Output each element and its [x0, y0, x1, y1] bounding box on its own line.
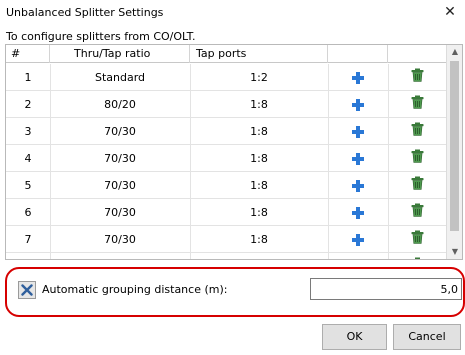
x-icon — [21, 284, 33, 296]
instructions-text: To configure splitters from CO/OLT. — [6, 30, 196, 43]
ratio-cell[interactable]: Standard — [50, 64, 190, 91]
plus-icon[interactable] — [352, 180, 364, 192]
row-number: 3 — [24, 125, 32, 138]
trash-icon[interactable] — [411, 200, 424, 227]
splitter-table: # Thru/Tap ratio Tap ports 1 Standard 1:2 2… — [5, 44, 463, 260]
title-bar: Unbalanced Splitter Settings ✕ — [0, 0, 465, 24]
column-divider — [388, 64, 389, 259]
table-row[interactable]: 3 70/30 1:8 — [6, 118, 447, 145]
add-cell — [328, 172, 388, 199]
column-header-tap-ports[interactable]: Tap ports — [190, 45, 328, 63]
ratio-cell[interactable]: 70/30 — [50, 145, 190, 172]
delete-cell — [388, 64, 447, 91]
table-row[interactable]: 6 70/30 1:8 — [6, 199, 447, 226]
plus-icon[interactable] — [352, 72, 364, 84]
column-divider — [50, 64, 51, 259]
column-divider — [328, 64, 329, 259]
trash-icon[interactable] — [411, 173, 424, 200]
tap-ports-cell[interactable]: 1:8 — [190, 172, 328, 199]
tap-ports-cell[interactable]: 1:8 — [190, 91, 328, 118]
row-number: 5 — [24, 179, 32, 192]
table-row[interactable]: 2 80/20 1:8 — [6, 91, 447, 118]
tap-ports-cell[interactable]: 1:2 — [190, 64, 328, 91]
ratio-cell[interactable]: 70/30 — [50, 199, 190, 226]
delete-cell — [388, 253, 447, 259]
plus-icon[interactable] — [352, 126, 364, 138]
trash-icon[interactable] — [411, 146, 424, 173]
trash-icon[interactable] — [411, 254, 424, 259]
plus-icon[interactable] — [352, 99, 364, 111]
trash-icon[interactable] — [411, 227, 424, 254]
row-number: 1 — [24, 71, 32, 84]
column-divider — [190, 64, 191, 259]
tap-ports-cell[interactable]: 1:8 — [190, 118, 328, 145]
row-number: 4 — [24, 152, 32, 165]
grouping-toggle-button[interactable] — [18, 281, 36, 299]
delete-cell — [388, 91, 447, 118]
vertical-scrollbar[interactable]: ▲ ▼ — [446, 45, 462, 259]
ratio-cell[interactable]: 70/30 — [50, 226, 190, 253]
table-row[interactable]: 870/301:8 — [6, 253, 447, 259]
scroll-thumb[interactable] — [450, 61, 459, 231]
column-header-ratio[interactable]: Thru/Tap ratio — [50, 45, 190, 63]
table-row[interactable]: 1 Standard 1:2 — [6, 64, 447, 91]
close-icon[interactable]: ✕ — [441, 3, 459, 21]
scroll-up-icon[interactable]: ▲ — [447, 45, 462, 59]
row-number: 6 — [24, 206, 32, 219]
column-header-number[interactable]: # — [6, 45, 50, 63]
ok-button[interactable]: OK — [322, 324, 387, 350]
ratio-cell[interactable]: 70/30 — [50, 253, 190, 259]
trash-icon[interactable] — [411, 65, 424, 92]
trash-icon[interactable] — [411, 119, 424, 146]
grouping-distance-label: Automatic grouping distance (m): — [42, 283, 228, 296]
delete-cell — [388, 118, 447, 145]
delete-cell — [388, 199, 447, 226]
table-header: # Thru/Tap ratio Tap ports — [6, 45, 447, 63]
row-number: 7 — [24, 233, 32, 246]
ratio-cell[interactable]: 70/30 — [50, 172, 190, 199]
window-title: Unbalanced Splitter Settings — [6, 6, 164, 19]
tap-ports-cell[interactable]: 1:8 — [190, 226, 328, 253]
column-header-delete — [388, 45, 447, 63]
row-number: 2 — [24, 98, 32, 111]
row-number: 8 — [6, 253, 50, 259]
tap-ports-cell[interactable]: 1:8 — [190, 145, 328, 172]
delete-cell — [388, 172, 447, 199]
grouping-distance-input[interactable] — [310, 278, 462, 300]
delete-cell — [388, 226, 447, 253]
plus-icon[interactable] — [352, 234, 364, 246]
delete-cell — [388, 145, 447, 172]
scroll-down-icon[interactable]: ▼ — [447, 245, 462, 259]
add-cell — [328, 199, 388, 226]
plus-icon[interactable] — [352, 153, 364, 165]
add-cell — [328, 253, 388, 259]
tap-ports-cell[interactable]: 1:8 — [190, 253, 328, 259]
cancel-button[interactable]: Cancel — [393, 324, 461, 350]
add-cell — [328, 91, 388, 118]
plus-icon[interactable] — [352, 207, 364, 219]
ratio-cell[interactable]: 70/30 — [50, 118, 190, 145]
add-cell — [328, 118, 388, 145]
tap-ports-cell[interactable]: 1:8 — [190, 199, 328, 226]
column-header-add — [328, 45, 388, 63]
table-body: 1 Standard 1:2 2 80/20 1:8 3 70/30 1:8 4 70/30 1:8 5… — [6, 64, 447, 259]
grouping-panel: Automatic grouping distance (m): — [5, 266, 465, 318]
add-cell — [328, 145, 388, 172]
trash-icon[interactable] — [411, 92, 424, 119]
table-row[interactable]: 5 70/30 1:8 — [6, 172, 447, 199]
ratio-cell[interactable]: 80/20 — [50, 91, 190, 118]
add-cell — [328, 226, 388, 253]
table-row[interactable]: 7 70/30 1:8 — [6, 226, 447, 253]
table-row[interactable]: 4 70/30 1:8 — [6, 145, 447, 172]
add-cell — [328, 64, 388, 91]
